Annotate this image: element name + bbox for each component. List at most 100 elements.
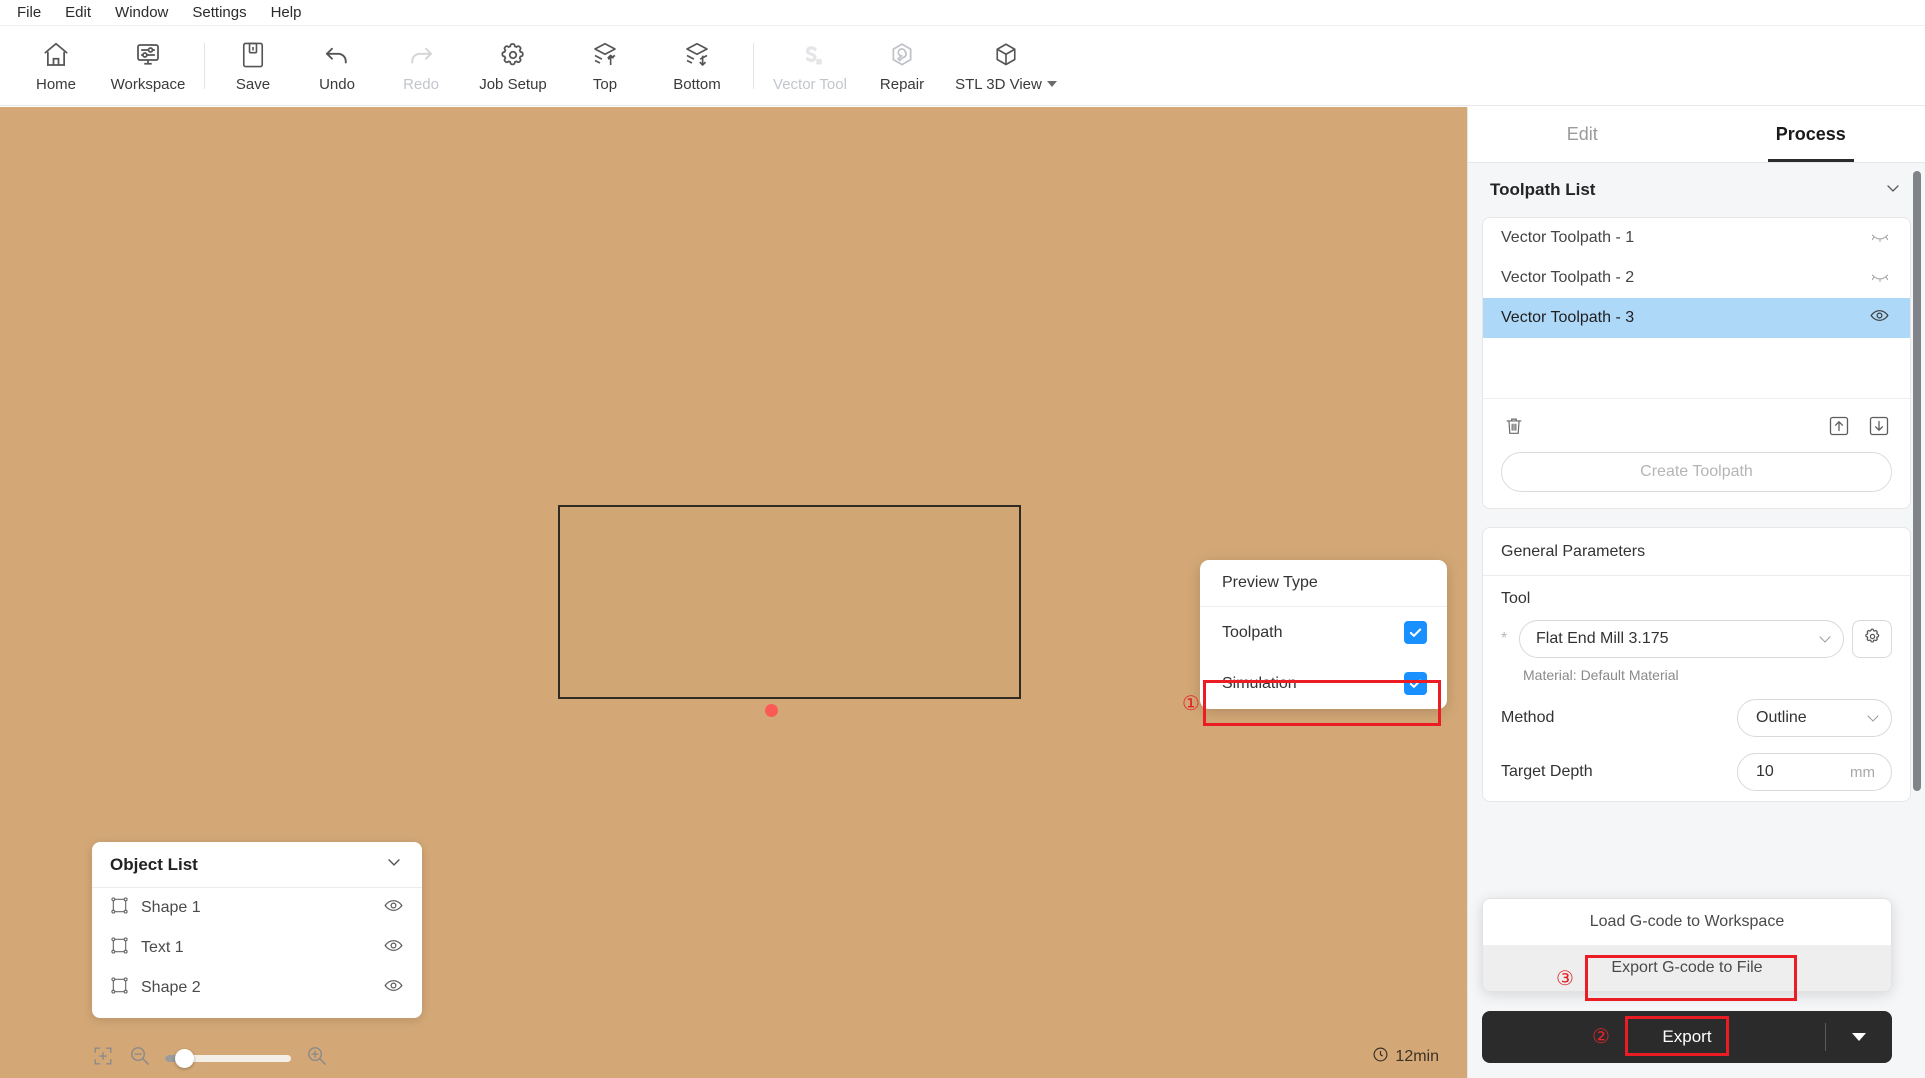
method-label: Method [1501,709,1554,727]
eye-visible-icon[interactable] [383,935,404,961]
object-list-header[interactable]: Object List [92,842,422,888]
preview-option-label: Toolpath [1222,624,1283,642]
workpiece-rectangle[interactable] [558,505,1021,699]
chevron-down-icon[interactable] [1047,81,1057,87]
menu-item-window[interactable]: Window [106,1,177,25]
export-button-bar[interactable]: Export [1482,1011,1892,1063]
eye-visible-icon[interactable] [1869,305,1890,331]
layers-down-icon [682,39,712,71]
toolpath-name: Vector Toolpath - 1 [1501,229,1634,247]
menu-item-edit[interactable]: Edit [56,1,100,25]
eye-visible-icon[interactable] [383,975,404,1001]
toolbar-button-workspace[interactable]: Workspace [98,30,198,102]
checkbox-checked-icon[interactable] [1404,672,1427,695]
toolbar-button-redo[interactable]: Redo [379,30,463,102]
toolbar-button-vector-tool[interactable]: Vector Tool [760,30,860,102]
design-canvas[interactable]: Object List Shape 1 [0,107,1467,1078]
toolbar-button-repair[interactable]: Repair [860,30,944,102]
panel-tabs: Edit Process [1468,107,1925,163]
table-row[interactable]: Vector Toolpath - 3 [1483,298,1910,338]
toolbar-button-bottom[interactable]: Bottom [647,30,747,102]
tool-select[interactable]: Flat End Mill 3.175 [1519,620,1844,658]
chevron-down-icon [1867,710,1878,721]
repair-icon [887,39,917,71]
table-row[interactable]: Vector Toolpath - 2 [1483,258,1910,298]
trash-icon[interactable] [1501,413,1527,439]
annotation-number-1: ① [1182,693,1200,713]
method-value: Outline [1756,709,1807,727]
toolbar-button-job-setup[interactable]: Job Setup [463,30,563,102]
preview-option-label: Simulation [1222,675,1297,693]
preview-option-toolpath[interactable]: Toolpath [1200,607,1447,658]
chevron-down-icon [1819,631,1830,642]
chevron-down-icon[interactable] [1852,1033,1866,1041]
general-parameters-card: General Parameters Tool * Flat End Mill … [1482,527,1911,802]
zoom-out-icon[interactable] [128,1044,151,1072]
toolpath-list-title: Toolpath List [1490,180,1595,200]
toolbar-label-redo: Redo [403,76,439,93]
tool-selector-row: * Flat End Mill 3.175 [1501,620,1892,658]
toolbar-button-top[interactable]: Top [563,30,647,102]
zoom-slider-handle[interactable] [175,1049,194,1068]
tab-edit[interactable]: Edit [1468,107,1697,162]
eye-visible-icon[interactable] [383,895,404,921]
toolbar-button-home[interactable]: Home [14,30,98,102]
menu-item-settings[interactable]: Settings [183,1,255,25]
target-depth-value: 10 [1756,763,1774,781]
toolbar-label-stl-3d-view: STL 3D View [955,76,1042,93]
required-marker: * [1501,630,1511,648]
menu-item-export-gcode[interactable]: Export G-code to File [1483,945,1891,991]
toolbar-label-job-setup: Job Setup [479,76,547,93]
chevron-down-icon[interactable] [384,852,404,877]
target-depth-unit: mm [1850,764,1875,781]
canvas-zoom-controls [92,1044,328,1072]
menu-item-file[interactable]: File [8,1,50,25]
redo-icon [406,39,436,71]
material-note: Material: Default Material [1523,667,1892,683]
arrow-down-icon[interactable] [1866,413,1892,439]
arrow-up-icon[interactable] [1826,413,1852,439]
eye-hidden-icon[interactable] [1870,226,1890,251]
preview-option-simulation[interactable]: Simulation [1200,658,1447,709]
list-item[interactable]: Text 1 [92,928,422,968]
toolbar-button-save[interactable]: Save [211,30,295,102]
home-icon [41,39,71,71]
menu-item-help[interactable]: Help [262,1,311,25]
method-row: Method Outline [1501,699,1892,737]
method-select[interactable]: Outline [1737,699,1892,737]
chevron-down-icon[interactable] [1883,178,1903,203]
toolpath-name: Vector Toolpath - 3 [1501,309,1634,327]
tab-process[interactable]: Process [1697,107,1925,162]
preview-type-title: Preview Type [1200,560,1447,607]
target-depth-input[interactable]: 10 mm [1737,753,1892,791]
zoom-in-icon[interactable] [305,1044,328,1072]
panel-scrollbar[interactable] [1913,171,1921,791]
menu-bar: File Edit Window Settings Help [0,0,1925,26]
toolpath-list: Vector Toolpath - 1 Vector Toolpath - 2 [1483,218,1910,398]
toolbar-label-save: Save [236,76,270,93]
checkbox-checked-icon[interactable] [1404,621,1427,644]
toolbar-label-home: Home [36,76,76,93]
toolbar-label-top: Top [593,76,617,93]
fit-to-screen-icon[interactable] [92,1045,114,1072]
table-row[interactable]: Vector Toolpath - 1 [1483,218,1910,258]
toolbar-button-stl-3d-view[interactable]: STL 3D View [944,30,1068,102]
shape-bounds-icon [110,936,129,960]
zoom-slider[interactable] [165,1055,291,1062]
object-name: Text 1 [141,939,371,957]
tool-settings-button[interactable] [1852,620,1892,658]
general-parameters-title: General Parameters [1483,528,1910,576]
list-item[interactable]: Shape 1 [92,888,422,928]
toolpath-list-header[interactable]: Toolpath List [1482,163,1911,217]
eye-hidden-icon[interactable] [1870,266,1890,291]
list-item[interactable]: Shape 2 [92,968,422,1008]
toolbar-button-undo[interactable]: Undo [295,30,379,102]
toolbar-label-vector-tool: Vector Tool [773,76,847,93]
workspace-icon [133,39,163,71]
preview-type-popup: Preview Type Toolpath Simulation [1200,560,1447,709]
toolbar-separator-2 [753,43,754,89]
create-toolpath-button[interactable]: Create Toolpath [1501,452,1892,492]
object-list-padding [92,1008,422,1018]
menu-item-load-gcode[interactable]: Load G-code to Workspace [1483,899,1891,945]
tool-select-value: Flat End Mill 3.175 [1536,630,1669,648]
